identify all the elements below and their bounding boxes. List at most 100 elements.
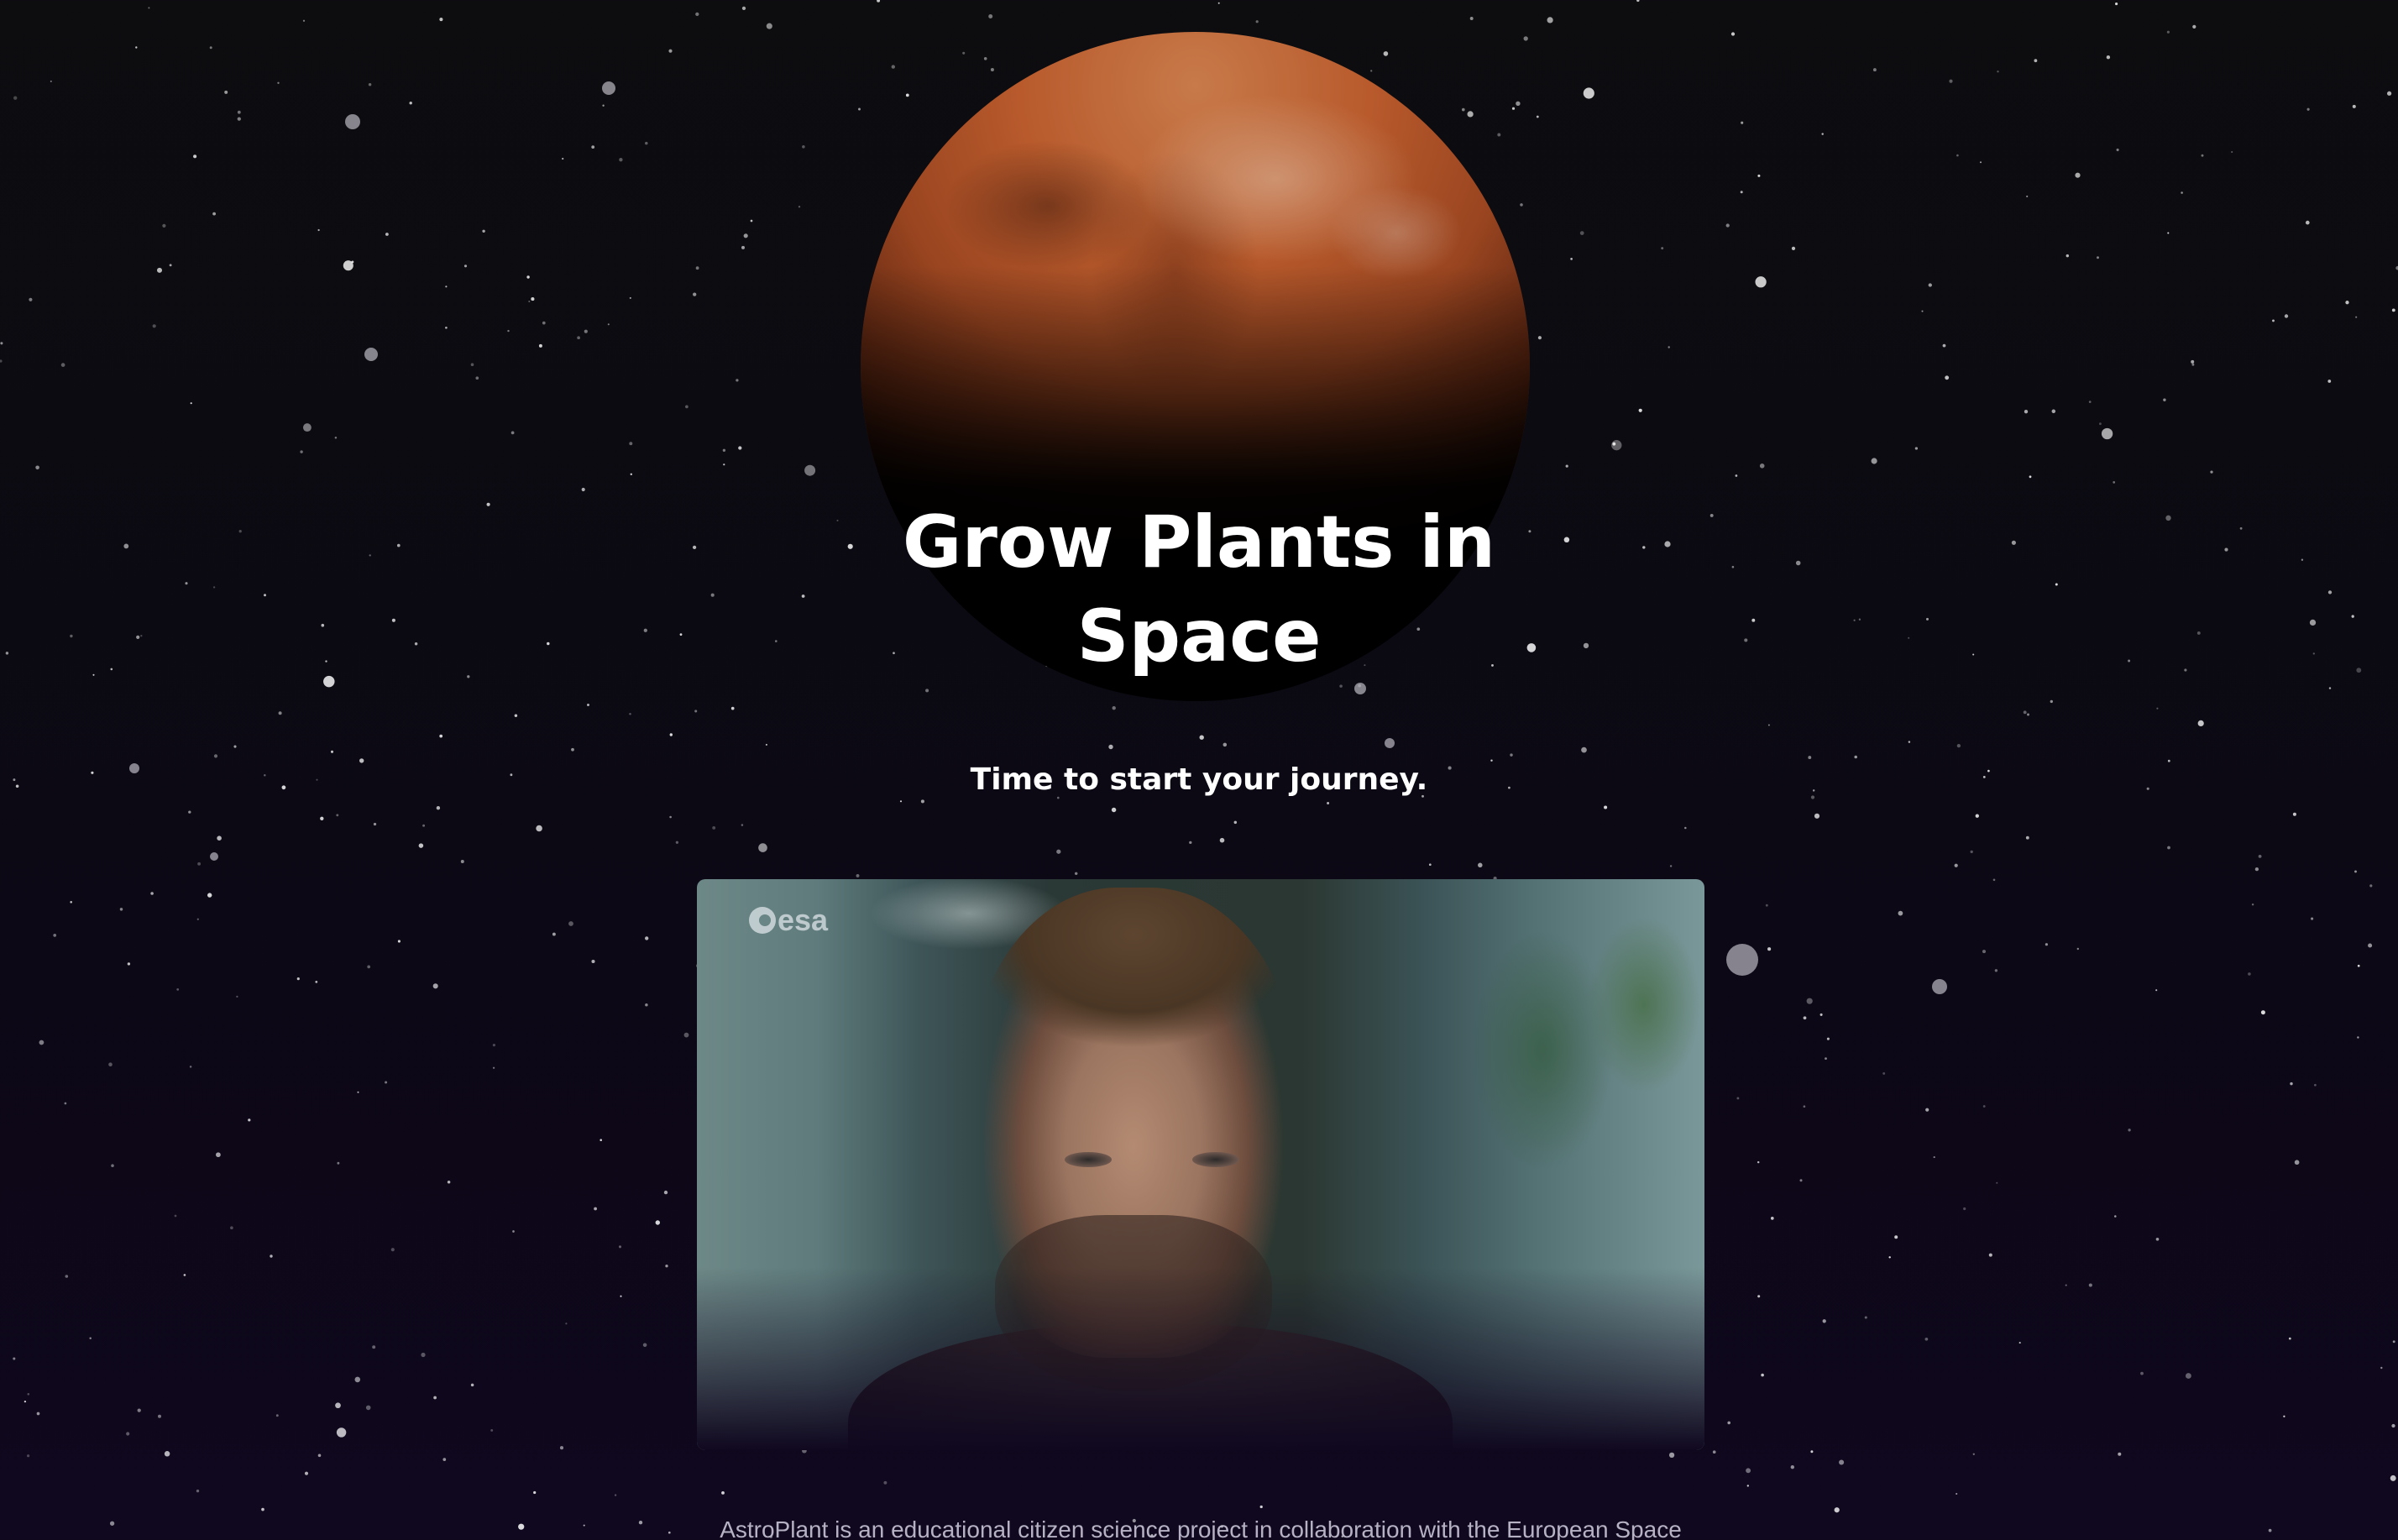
star [35,465,39,470]
star [385,233,389,236]
star [1996,1181,1998,1184]
star [766,23,772,29]
star [2066,254,2070,258]
star [281,785,286,790]
star [1972,653,1975,656]
star [486,502,490,506]
star [1516,101,1521,106]
star [2101,427,2113,440]
star [1808,756,1812,760]
star [629,296,631,299]
star [193,155,197,159]
star [1854,755,1857,759]
star [317,228,320,232]
star [1385,738,1395,748]
star [436,806,441,810]
star [1839,1459,1845,1465]
star [373,822,377,826]
star [1932,979,1947,994]
star [470,363,474,367]
star [1581,746,1587,753]
star [212,212,217,216]
star [591,959,595,964]
star [217,835,222,841]
star [1925,1108,1929,1112]
star [1988,1253,1992,1257]
star [1726,944,1758,976]
star [334,437,338,439]
star [2301,558,2304,561]
star [213,754,218,758]
star [2224,547,2228,552]
star [183,1274,186,1276]
star [1664,541,1671,547]
star [1826,1037,1830,1040]
star [2306,107,2310,111]
star [669,815,672,819]
star [2284,314,2289,318]
star [2392,1340,2395,1344]
star [1108,744,1113,750]
star [668,1531,671,1534]
star [2391,1423,2395,1428]
star [620,1295,622,1297]
star [335,1402,341,1409]
star [1921,310,1924,312]
star [364,348,378,361]
star [212,586,216,589]
star [2357,1036,2359,1039]
star [692,545,697,550]
star [1790,1465,1794,1469]
star [470,1383,474,1387]
star [24,1400,27,1403]
star [514,714,518,718]
star [2011,540,2016,545]
star [2018,1342,2021,1344]
star [2181,191,2183,194]
star [0,342,3,345]
star [685,405,689,409]
star [1982,1105,1986,1108]
star [490,1428,494,1432]
star [162,223,166,228]
star [445,285,448,288]
star [552,932,556,936]
star [1997,71,1999,73]
star [336,814,339,817]
star [1570,258,1573,260]
star [2251,903,2254,906]
star [2314,1083,2317,1087]
star [1982,950,1987,954]
star [568,921,573,926]
page-title-line-2: Space [1076,595,1322,678]
intro-video-player[interactable]: esa [697,879,1704,1450]
star [741,824,744,826]
star [1583,87,1594,99]
star [345,114,360,129]
star [565,1323,568,1325]
star [2025,835,2029,840]
star [136,635,140,640]
star [1799,1179,1803,1182]
star [1992,878,1996,882]
star [2305,220,2310,225]
star [591,145,595,149]
star [663,1190,668,1195]
star [1428,863,1432,867]
star [1731,565,1735,568]
star [962,51,966,55]
star [638,1521,643,1525]
star [1537,336,1542,340]
star [1746,1485,1749,1487]
star [2327,590,2333,595]
star [2024,410,2029,414]
star [1822,1319,1826,1323]
star [158,1414,161,1418]
star [883,1480,887,1485]
star [60,363,65,367]
star [2065,1284,2067,1286]
star [547,642,550,646]
star [367,965,371,969]
star [510,431,515,435]
star [2128,659,2131,663]
